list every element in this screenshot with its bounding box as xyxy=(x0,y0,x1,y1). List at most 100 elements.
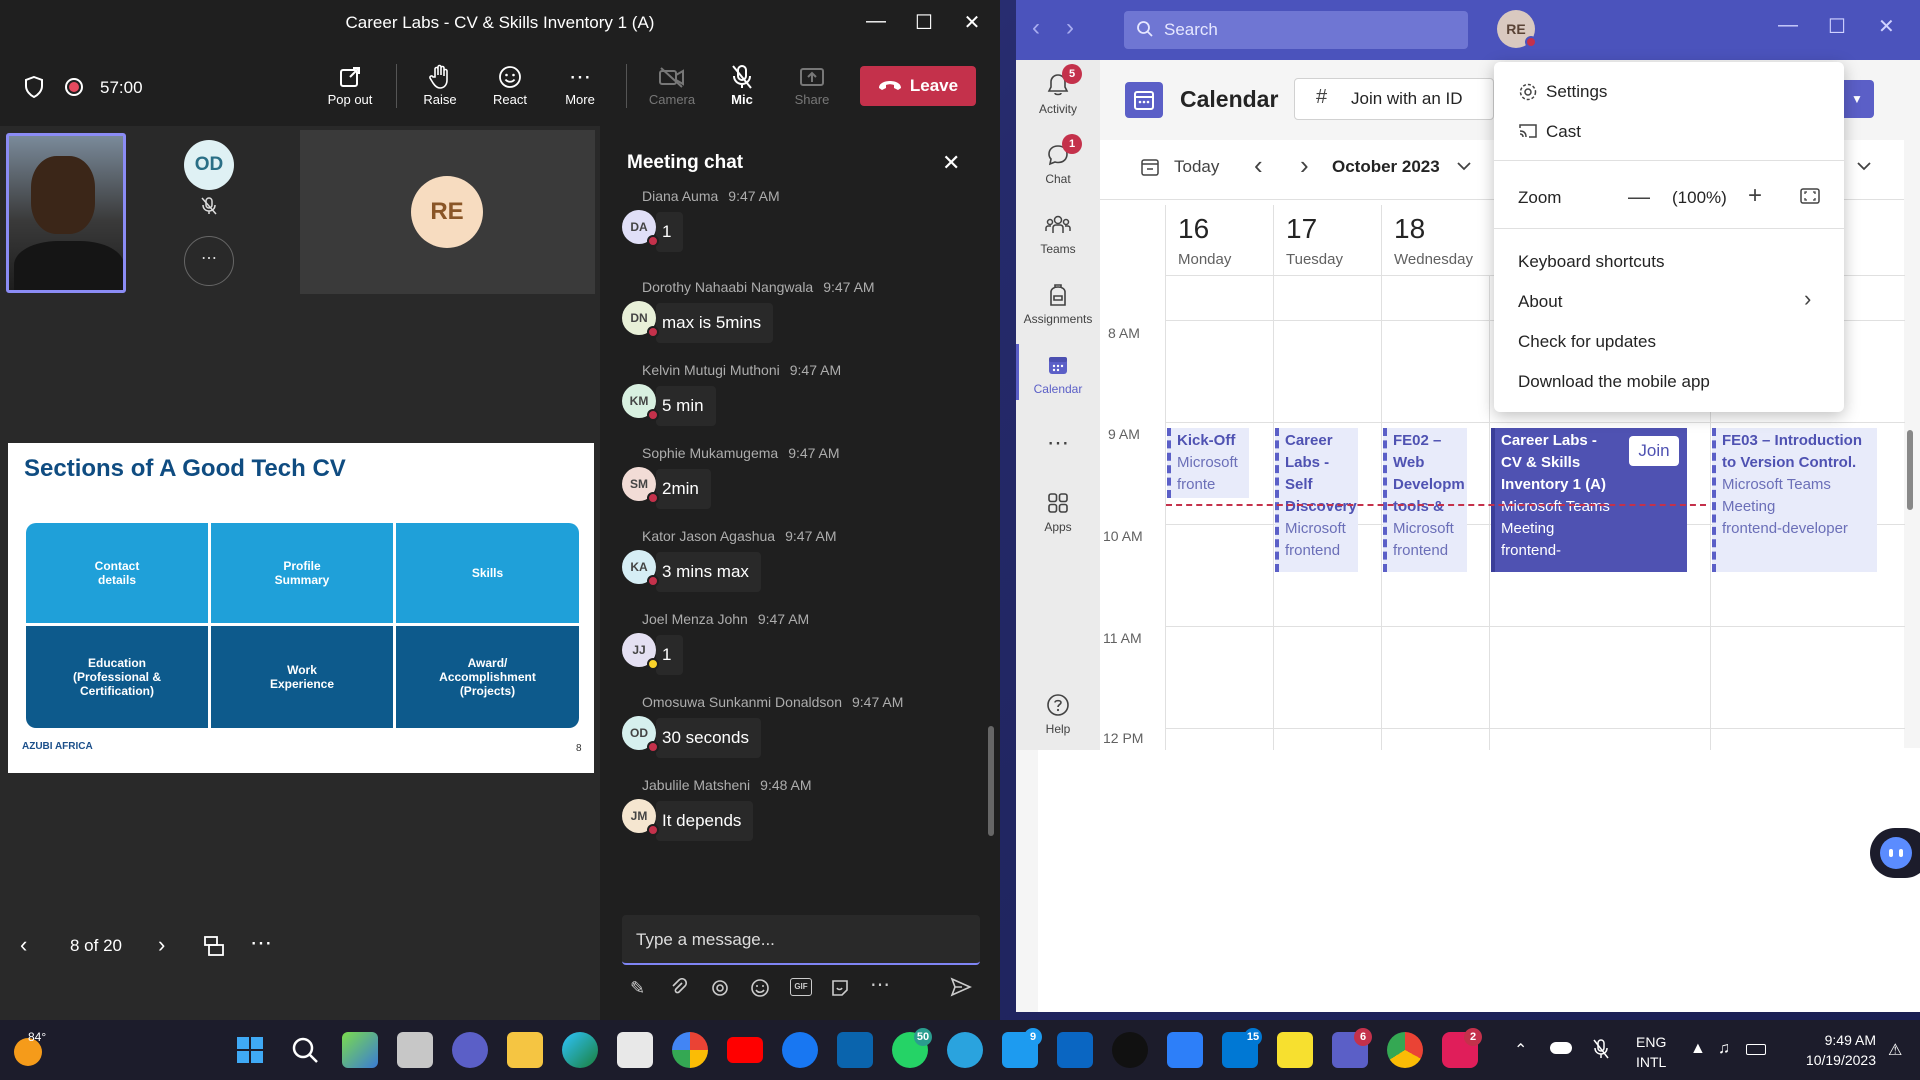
teams-chat-icon[interactable] xyxy=(452,1032,488,1068)
start-button[interactable] xyxy=(232,1032,268,1068)
wifi-icon[interactable]: ▲ xyxy=(1690,1040,1706,1058)
rail-assignments[interactable]: Assignments xyxy=(1016,278,1100,326)
maximize-button[interactable]: ☐ xyxy=(904,10,944,38)
menu-item-check-updates[interactable]: Check for updates xyxy=(1518,332,1656,352)
more-button[interactable]: ⋯ More xyxy=(548,62,612,107)
pop-out-button[interactable]: Pop out xyxy=(318,62,382,107)
task-view-icon[interactable] xyxy=(397,1032,433,1068)
send-icon[interactable] xyxy=(950,976,972,998)
chat-scrollbar[interactable] xyxy=(988,726,994,836)
file-explorer-icon[interactable] xyxy=(507,1032,543,1068)
view-chevron-icon[interactable] xyxy=(1856,160,1872,172)
store-icon[interactable] xyxy=(617,1032,653,1068)
language-indicator[interactable]: ENG INTL xyxy=(1636,1032,1666,1072)
next-week-button[interactable]: › xyxy=(1300,150,1309,181)
event-self-discovery[interactable]: Career Labs - Self Discovery Microsoft f… xyxy=(1275,428,1358,572)
sticker-icon[interactable] xyxy=(830,978,850,998)
rail-chat[interactable]: Chat xyxy=(1016,138,1100,186)
prev-week-button[interactable]: ‹ xyxy=(1254,150,1263,181)
search-taskbar-icon[interactable] xyxy=(287,1032,323,1068)
notification-bell-icon[interactable]: ⚠ xyxy=(1888,1040,1902,1060)
rail-teams[interactable]: Teams xyxy=(1016,208,1100,256)
forward-arrow-icon[interactable]: › xyxy=(1066,14,1074,42)
l-app-icon[interactable] xyxy=(1167,1032,1203,1068)
event-fe03[interactable]: FE03 – Introduction to Version Control. … xyxy=(1712,428,1877,572)
self-video-tile[interactable] xyxy=(6,133,126,293)
emoji-icon[interactable] xyxy=(750,978,770,998)
month-selector[interactable]: October 2023 xyxy=(1332,157,1440,177)
menu-item-settings[interactable]: Settings xyxy=(1546,82,1607,102)
react-button[interactable]: React xyxy=(478,62,542,107)
minimize-button[interactable]: — xyxy=(856,10,896,38)
rail-calendar[interactable]: Calendar xyxy=(1016,348,1100,396)
fullscreen-icon[interactable] xyxy=(1800,188,1820,204)
message-bubble[interactable]: It depends xyxy=(656,801,754,841)
compose-more-icon[interactable]: ⋯ xyxy=(870,972,890,997)
format-icon[interactable]: ✎ xyxy=(630,978,645,999)
back-arrow-icon[interactable]: ‹ xyxy=(1032,14,1040,42)
gif-icon[interactable]: GIF xyxy=(790,978,812,996)
menu-item-cast[interactable]: Cast xyxy=(1546,122,1581,142)
close-chat-button[interactable]: ✕ xyxy=(942,150,960,176)
rail-more-apps[interactable]: ⋯ xyxy=(1016,430,1100,456)
calendar-scrollbar[interactable] xyxy=(1907,430,1913,510)
edge-icon[interactable] xyxy=(562,1032,598,1068)
message-bubble[interactable]: max is 5mins xyxy=(656,303,774,343)
message-bubble[interactable]: 1 xyxy=(656,635,684,675)
close-window-button[interactable]: ✕ xyxy=(952,10,992,38)
clock[interactable]: 9:49 AM 10/19/2023 xyxy=(1776,1030,1876,1070)
volume-icon[interactable]: ♫ xyxy=(1718,1040,1730,1058)
camera-button[interactable]: Camera xyxy=(640,62,704,107)
share-button[interactable]: Share xyxy=(780,62,844,107)
rail-activity[interactable]: Activity xyxy=(1016,68,1100,116)
minimize-button[interactable]: — xyxy=(1778,14,1798,37)
tiktok-icon[interactable] xyxy=(1112,1032,1148,1068)
message-bubble[interactable]: 30 seconds xyxy=(656,718,761,758)
loop-icon[interactable] xyxy=(710,978,730,998)
mic-button[interactable]: Mic xyxy=(710,62,774,107)
tray-chevron-icon[interactable]: ⌃ xyxy=(1514,1040,1527,1060)
more-participants-button[interactable]: ⋯ xyxy=(184,236,234,286)
message-input[interactable]: Type a message... xyxy=(622,915,980,965)
floating-assistant-button[interactable] xyxy=(1870,828,1920,878)
message-bubble[interactable]: 5 min xyxy=(656,386,716,426)
message-bubble[interactable]: 2min xyxy=(656,469,711,509)
google-icon[interactable] xyxy=(672,1032,708,1068)
raise-hand-button[interactable]: Raise xyxy=(408,62,472,107)
prev-slide-button[interactable]: ‹ xyxy=(20,932,27,958)
zoom-in-button[interactable]: + xyxy=(1748,182,1762,210)
facebook-icon[interactable] xyxy=(782,1032,818,1068)
event-fe02[interactable]: FE02 – Web Developm tools & Microsoft fr… xyxy=(1383,428,1467,572)
menu-item-keyboard-shortcuts[interactable]: Keyboard shortcuts xyxy=(1518,252,1664,272)
chevron-down-icon[interactable] xyxy=(1456,160,1472,172)
join-meeting-button[interactable]: Join xyxy=(1629,436,1679,466)
chrome-icon[interactable] xyxy=(1387,1032,1423,1068)
search-input[interactable]: Search xyxy=(1124,11,1468,49)
rail-apps[interactable]: Apps xyxy=(1016,486,1100,534)
cloud-icon[interactable] xyxy=(1550,1042,1572,1054)
rail-help[interactable]: Help xyxy=(1016,688,1100,736)
outlook-icon[interactable] xyxy=(837,1032,873,1068)
slide-thumbnails-icon[interactable] xyxy=(202,934,226,958)
message-bubble[interactable]: 3 mins max xyxy=(656,552,761,592)
participant-avatar-od[interactable]: OD xyxy=(184,140,234,190)
maximize-button[interactable]: ☐ xyxy=(1828,14,1846,39)
today-button[interactable]: Today xyxy=(1174,157,1219,177)
close-window-button[interactable]: ✕ xyxy=(1878,14,1895,39)
player-icon[interactable] xyxy=(1277,1032,1313,1068)
next-slide-button[interactable]: › xyxy=(158,932,165,958)
menu-item-download-app[interactable]: Download the mobile app xyxy=(1518,372,1710,392)
linkedin-icon[interactable] xyxy=(1057,1032,1093,1068)
zoom-out-button[interactable]: — xyxy=(1628,184,1650,210)
tray-mic-muted-icon[interactable] xyxy=(1592,1038,1610,1060)
telegram-icon[interactable] xyxy=(947,1032,983,1068)
event-kick-off[interactable]: Kick-Off Microsoft fronte xyxy=(1167,428,1249,498)
attach-icon[interactable] xyxy=(670,978,688,996)
battery-icon[interactable] xyxy=(1746,1044,1766,1055)
new-meeting-dropdown[interactable]: ▼ xyxy=(1840,80,1874,118)
youtube-icon[interactable] xyxy=(727,1037,763,1063)
menu-item-about[interactable]: About xyxy=(1518,292,1562,312)
slide-more-button[interactable]: ⋯ xyxy=(250,930,272,956)
leave-button[interactable]: Leave xyxy=(860,66,976,106)
message-bubble[interactable]: 1 xyxy=(656,212,684,252)
